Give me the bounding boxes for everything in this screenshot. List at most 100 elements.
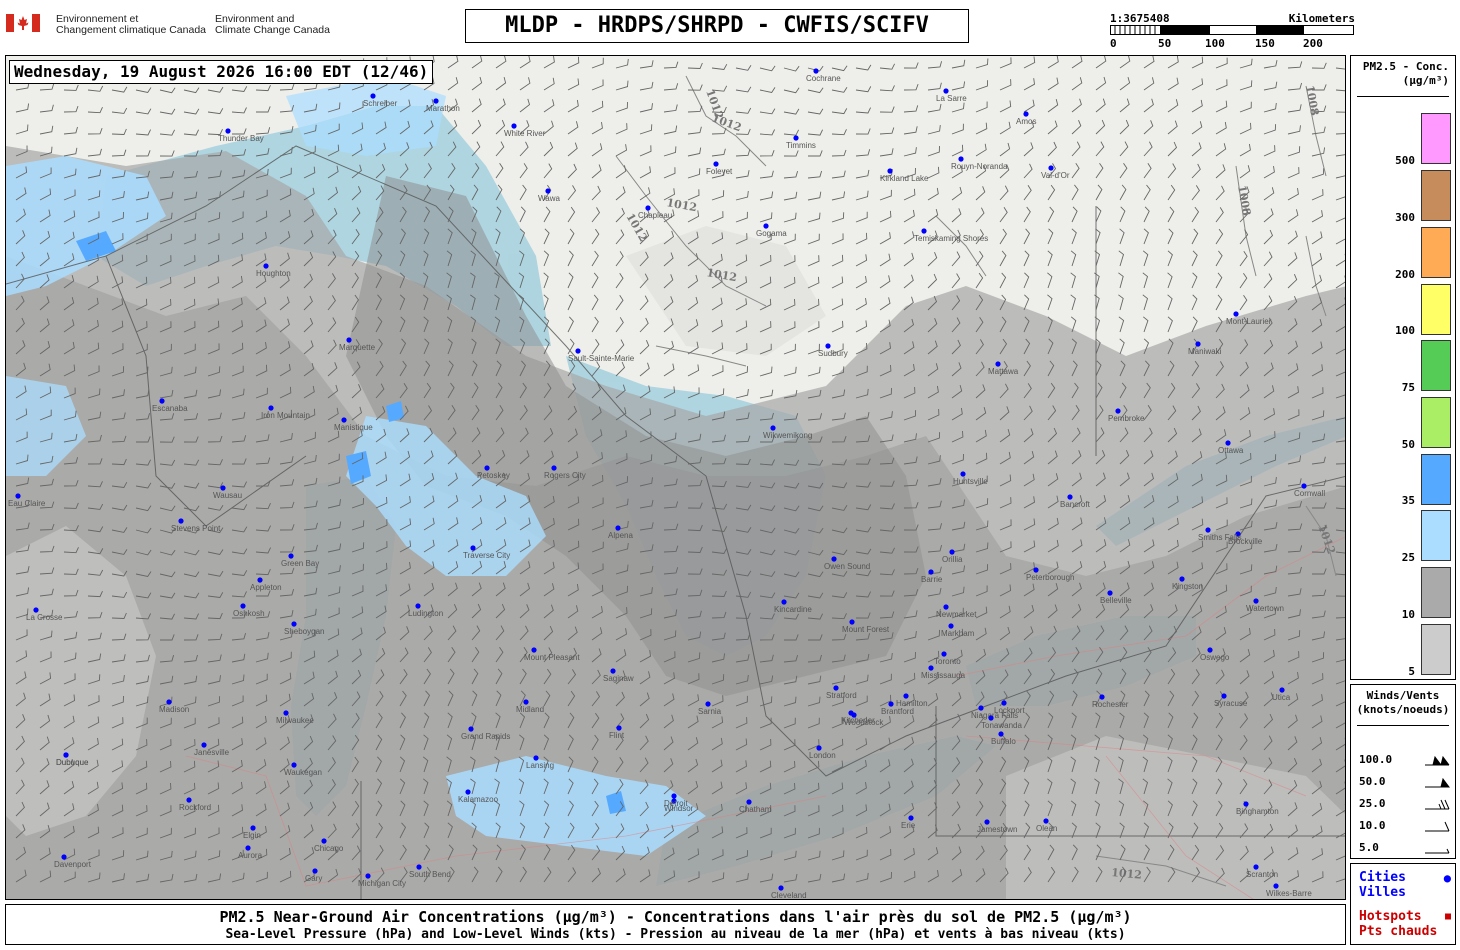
city-dot (671, 793, 677, 799)
city-dot (943, 88, 949, 94)
city-dot (988, 715, 994, 721)
city-dot (545, 188, 551, 194)
city-dot (793, 135, 799, 141)
gov-name-fr: Environnement et Changement climatique C… (56, 14, 206, 36)
city-label: Markham (941, 629, 975, 638)
city-label: Utica (1272, 693, 1291, 702)
divider (1357, 725, 1449, 726)
city-label: Buffalo (991, 737, 1016, 746)
city-label: Wawa (538, 194, 560, 203)
city-label: La Crosse (26, 613, 63, 622)
city-dot (778, 885, 784, 891)
city-label: Owen Sound (824, 562, 870, 571)
canada-flag-icon (6, 14, 40, 32)
city-dot (746, 799, 752, 805)
city-dot (268, 405, 274, 411)
hotspots-legend-en: Hotspots ■ (1359, 910, 1451, 924)
city-label: Mount Forest (842, 625, 890, 634)
city-label: Janesville (194, 748, 230, 757)
city-dot (370, 93, 376, 99)
map-canvas[interactable]: 1012 1012 1012 1012 1012 1008 1008 1012 … (5, 55, 1346, 900)
cities-legend-fr: Villes (1359, 885, 1406, 900)
city-dot (1233, 311, 1239, 317)
city-label: Michigan City (358, 879, 406, 888)
pm25-bin-label: 5 (1408, 665, 1415, 678)
city-dot (240, 603, 246, 609)
city-label: Stevens Point (171, 524, 221, 533)
city-label: Kingston (1172, 582, 1203, 591)
scale-tick-0: 0 (1110, 37, 1117, 50)
city-dot (849, 619, 855, 625)
city-dot (903, 693, 909, 699)
city-label: South Bend (409, 870, 451, 879)
city-label: Houghton (256, 269, 291, 278)
city-label: Marquette (339, 343, 376, 352)
city-dot (645, 205, 651, 211)
city-dot (484, 465, 490, 471)
city-dot (1001, 700, 1007, 706)
city-label: Timmins (786, 141, 816, 150)
city-dot (341, 417, 347, 423)
wind-legend-title-line2: (knots/noeuds) (1356, 703, 1450, 716)
city-label: Chicago (314, 844, 344, 853)
city-label: Brantford (881, 707, 914, 716)
city-dot (291, 621, 297, 627)
city-dot (575, 348, 581, 354)
pm25-bin-swatch (1421, 227, 1451, 278)
city-label: Binghamton (1236, 807, 1279, 816)
city-dot-icon: ● (1443, 871, 1451, 885)
city-dot (1195, 341, 1201, 347)
city-dot (166, 699, 172, 705)
city-label: Chatham (739, 805, 772, 814)
pm25-bin-label: 300 (1395, 211, 1415, 224)
city-dot (433, 98, 439, 104)
city-dot (1023, 111, 1029, 117)
hotspot-square-icon: ■ (1444, 911, 1451, 922)
pm25-bin-swatch (1421, 284, 1451, 335)
hotspots-legend-fr: Pts chauds (1359, 924, 1438, 939)
pm25-bin-label: 50 (1401, 438, 1415, 451)
city-dot (888, 701, 894, 707)
city-dot (995, 361, 1001, 367)
wind-legend-row: 10.0 (1359, 819, 1451, 833)
city-label: Newmarket (936, 610, 977, 619)
pm25-legend-title-line1: PM2.5 - Conc. (1362, 60, 1449, 73)
city-dot (250, 825, 256, 831)
city-dot (1115, 408, 1121, 414)
wind-speed-label: 25.0 (1359, 797, 1386, 810)
city-label: Temiskaming Shores (914, 234, 988, 243)
city-label: Sudbury (818, 349, 848, 358)
city-dot (225, 128, 231, 134)
city-label: Thunder Bay (218, 134, 264, 143)
pm25-bin-label: 200 (1395, 268, 1415, 281)
city-dot (415, 603, 421, 609)
city-label: Gary (305, 874, 322, 883)
city-dot (1179, 576, 1185, 582)
city-label: Ottawa (1218, 446, 1244, 455)
city-dot (283, 710, 289, 716)
city-dot (948, 623, 954, 629)
city-label: Milwaukee (276, 716, 314, 725)
places-legend: Cities ● Villes Hotspots ■ Pts chauds (1350, 863, 1456, 945)
pm25-legend: PM2.5 - Conc. (μg/m³) 500 300 200 100 75… (1350, 55, 1456, 680)
city-dot (1048, 165, 1054, 171)
wind-legend-title: Winds/Vents (knots/noeuds) (1351, 685, 1455, 717)
city-dot (523, 699, 529, 705)
scale-ratio: 1:3675408 (1110, 12, 1170, 25)
cities-label-en: Cities (1359, 870, 1406, 885)
city-dot (949, 549, 955, 555)
city-label: Val-d'Or (1041, 171, 1070, 180)
city-dot (978, 705, 984, 711)
gov-name-en: Environment and Climate Change Canada (215, 14, 330, 36)
caption-line-1: PM2.5 Near-Ground Air Concentrations (μg… (219, 908, 1132, 926)
city-label: Sarnia (698, 707, 722, 716)
city-label: Midland (516, 705, 544, 714)
city-dot (470, 545, 476, 551)
city-label: Green Bay (281, 559, 319, 568)
city-label: Smiths Falls (1198, 533, 1242, 542)
scale-tick-50: 50 (1158, 37, 1172, 50)
city-dot (960, 471, 966, 477)
city-dot (291, 762, 297, 768)
pm25-bin-swatch (1421, 624, 1451, 675)
city-label: Gogama (756, 229, 787, 238)
